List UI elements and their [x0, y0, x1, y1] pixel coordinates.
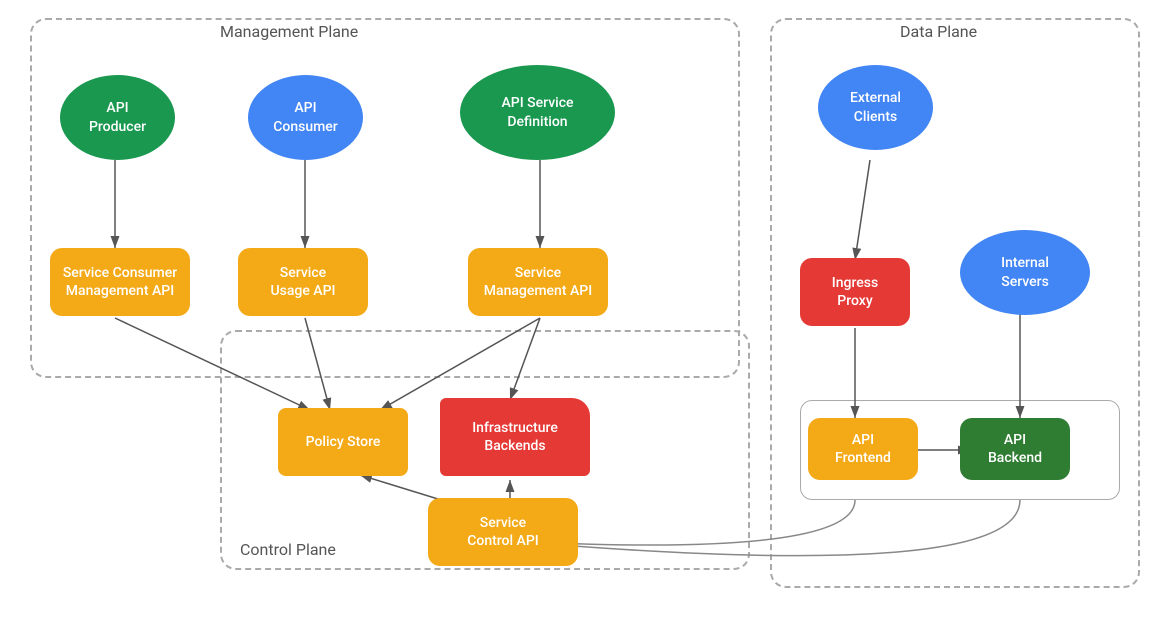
api-producer-node: API Producer [60, 75, 175, 160]
policy-store-node: Policy Store [278, 408, 408, 476]
diagram-container: Management Plane Data Plane Control Plan… [0, 0, 1164, 619]
management-plane-label: Management Plane [220, 22, 358, 41]
api-frontend-node: API Frontend [808, 418, 918, 480]
internal-servers-node: Internal Servers [960, 230, 1090, 315]
api-backend-node: API Backend [960, 418, 1070, 480]
api-service-def-node: API Service Definition [460, 65, 615, 160]
infrastructure-backends-node: Infrastructure Backends [440, 398, 590, 476]
external-clients-node: External Clients [818, 65, 933, 150]
api-consumer-node: API Consumer [248, 75, 363, 160]
service-usage-api-node: Service Usage API [238, 248, 368, 316]
data-plane-label: Data Plane [900, 22, 977, 41]
service-consumer-mgmt-api-node: Service Consumer Management API [50, 248, 190, 316]
ingress-proxy-node: Ingress Proxy [800, 258, 910, 326]
service-control-api-node: Service Control API [428, 498, 578, 566]
service-management-api-node: Service Management API [468, 248, 608, 316]
control-plane-label: Control Plane [240, 540, 336, 559]
management-plane [30, 18, 740, 378]
